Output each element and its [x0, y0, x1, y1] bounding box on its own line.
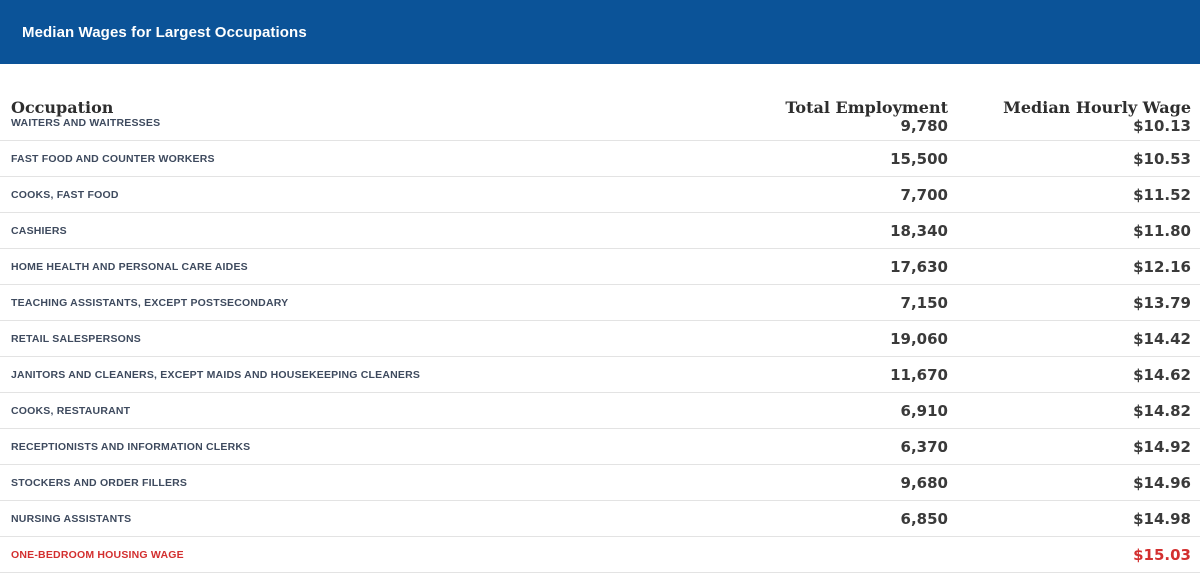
employment-cell: 9,780: [760, 117, 948, 141]
employment-cell: 19,060: [760, 320, 948, 357]
median-wage-cell: $12.16: [948, 248, 1200, 285]
employment-cell: 7,150: [760, 284, 948, 321]
occupation-cell: HOME HEALTH AND PERSONAL CARE AIDES: [0, 248, 760, 285]
employment-cell: 17,630: [760, 248, 948, 285]
table-header: Occupation Total Employment Median Hourl…: [0, 95, 1200, 117]
occupation-cell: ONE-BEDROOM HOUSING WAGE: [0, 536, 760, 573]
table-row: RETAIL SALESPERSONS 19,060 $14.42: [0, 320, 1200, 357]
occupation-cell: JANITORS AND CLEANERS, EXCEPT MAIDS AND …: [0, 356, 760, 393]
employment-cell: 9,680: [760, 464, 948, 501]
occupation-cell: COOKS, FAST FOOD: [0, 176, 760, 213]
column-header-occupation[interactable]: Occupation: [0, 95, 760, 117]
column-header-employment[interactable]: Total Employment: [760, 95, 948, 117]
table-row: COOKS, FAST FOOD 7,700 $11.52: [0, 176, 1200, 213]
panel-title: Median Wages for Largest Occupations: [22, 23, 307, 41]
wages-table: Occupation Total Employment Median Hourl…: [0, 95, 1200, 573]
employment-cell: 11,670: [760, 356, 948, 393]
median-wage-cell: $13.79: [948, 284, 1200, 321]
employment-cell: 6,850: [760, 500, 948, 537]
median-wage-cell: $11.52: [948, 176, 1200, 213]
employment-cell: [760, 536, 948, 573]
table-row: FAST FOOD AND COUNTER WORKERS 15,500 $10.5…: [0, 140, 1200, 177]
table-row: JANITORS AND CLEANERS, EXCEPT MAIDS AND …: [0, 356, 1200, 393]
column-header-wage[interactable]: Median Hourly Wage: [948, 95, 1200, 117]
median-wage-cell: $10.53: [948, 140, 1200, 177]
occupation-cell: COOKS, RESTAURANT: [0, 392, 760, 429]
housing-wage-row: ONE-BEDROOM HOUSING WAGE $15.03: [0, 536, 1200, 573]
occupation-cell: NURSING ASSISTANTS: [0, 500, 760, 537]
table-row: WAITERS AND WAITRESSES 9,780 $10.13: [0, 117, 1200, 141]
occupation-cell: STOCKERS AND ORDER FILLERS: [0, 464, 760, 501]
median-wage-cell: $14.42: [948, 320, 1200, 357]
header-row: Occupation Total Employment Median Hourl…: [0, 95, 1200, 117]
table-row: RECEPTIONISTS AND INFORMATION CLERKS 6,37…: [0, 428, 1200, 465]
median-wage-cell: $14.82: [948, 392, 1200, 429]
wages-panel: Median Wages for Largest Occupations Occ…: [0, 0, 1200, 581]
table-body: WAITERS AND WAITRESSES 9,780 $10.13 FAST FO…: [0, 117, 1200, 573]
employment-cell: 18,340: [760, 212, 948, 249]
median-wage-cell: $14.96: [948, 464, 1200, 501]
median-wage-cell: $14.62: [948, 356, 1200, 393]
occupation-cell: RETAIL SALESPERSONS: [0, 320, 760, 357]
table-row: STOCKERS AND ORDER FILLERS 9,680 $14.96: [0, 464, 1200, 501]
employment-cell: 6,910: [760, 392, 948, 429]
occupation-cell: CASHIERS: [0, 212, 760, 249]
occupation-cell: FAST FOOD AND COUNTER WORKERS: [0, 140, 760, 177]
median-wage-cell: $11.80: [948, 212, 1200, 249]
employment-cell: 15,500: [760, 140, 948, 177]
employment-cell: 6,370: [760, 428, 948, 465]
table-row: CASHIERS 18,340 $11.80: [0, 212, 1200, 249]
occupation-cell: RECEPTIONISTS AND INFORMATION CLERKS: [0, 428, 760, 465]
median-wage-cell: $15.03: [948, 536, 1200, 573]
table-row: TEACHING ASSISTANTS, EXCEPT POSTSECONDAR…: [0, 284, 1200, 321]
occupation-cell: WAITERS AND WAITRESSES: [0, 117, 760, 141]
median-wage-cell: $14.92: [948, 428, 1200, 465]
median-wage-cell: $14.98: [948, 500, 1200, 537]
table-row: COOKS, RESTAURANT 6,910 $14.82: [0, 392, 1200, 429]
median-wage-cell: $10.13: [948, 117, 1200, 141]
panel-header: Median Wages for Largest Occupations: [0, 0, 1200, 64]
occupation-cell: TEACHING ASSISTANTS, EXCEPT POSTSECONDAR…: [0, 284, 760, 321]
employment-cell: 7,700: [760, 176, 948, 213]
table-row: NURSING ASSISTANTS 6,850 $14.98: [0, 500, 1200, 537]
table-row: HOME HEALTH AND PERSONAL CARE AIDES 17,63…: [0, 248, 1200, 285]
